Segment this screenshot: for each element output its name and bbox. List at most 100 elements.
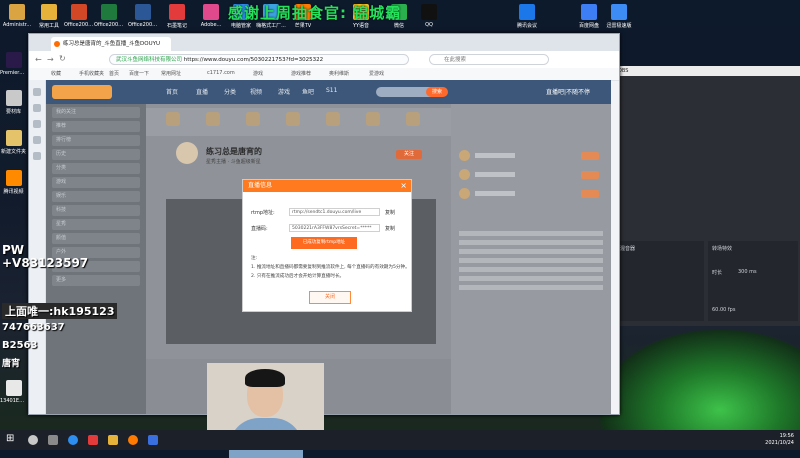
reload-icon[interactable]: ↻ [59, 54, 66, 63]
sidebar-item[interactable]: 排行榜 [52, 135, 140, 146]
desktop-icon[interactable]: 腾讯会议 [512, 4, 542, 29]
side-history-icon[interactable] [33, 104, 41, 112]
copy-code-button[interactable]: 复制 [385, 225, 395, 232]
douyu-fav-icon [54, 41, 60, 47]
gift-bar [146, 108, 451, 136]
desktop-icon[interactable]: Adobe... [196, 4, 226, 28]
bookmark-item[interactable]: 百度一下 [129, 70, 149, 77]
douyu-nav-item[interactable]: 首页 [166, 87, 178, 96]
copy-rtmp-button[interactable]: 复制 [385, 209, 395, 216]
task-view-icon[interactable] [48, 435, 58, 445]
desktop-icon[interactable]: 13401E14... [0, 380, 27, 404]
douyu-nav-item[interactable]: 直播 [196, 87, 208, 96]
desktop-icon[interactable]: Office2007... [64, 4, 94, 28]
bookmark-item[interactable]: 奥利维斯 [329, 70, 349, 77]
folder-taskbar-icon[interactable] [108, 435, 118, 445]
desktop-icon-label: 电脑管家 [230, 23, 251, 29]
gift-icon[interactable] [206, 112, 220, 126]
forward-arrow-icon[interactable]: → [47, 55, 54, 64]
desktop-icon[interactable]: 新建文件夹 [0, 130, 27, 155]
obs-duration-value[interactable]: 300 ms [738, 269, 757, 275]
sidebar-item[interactable]: 更多 [52, 275, 140, 286]
douyu-search-button[interactable]: 搜索 [426, 87, 448, 97]
gift-icon[interactable] [326, 112, 340, 126]
desktop-icon[interactable]: 石墨笔记 [162, 4, 192, 29]
obs-transition-panel[interactable]: 转场特效 时长 300 ms 60.00 fps [708, 241, 798, 321]
follow-button[interactable]: 关注 [396, 150, 422, 159]
bookmark-item[interactable]: 手机收藏夹 [79, 70, 104, 77]
back-arrow-icon[interactable]: ← [35, 55, 42, 64]
side-app-icon[interactable] [33, 152, 41, 160]
url-input[interactable]: 武汉斗鱼网络科技有限公司 https://www.douyu.com/50302… [109, 54, 409, 65]
desktop-icon-label: 新建文件夹 [0, 149, 26, 155]
close-icon[interactable]: × [400, 180, 407, 192]
douyu-nav-item[interactable]: 视频 [250, 87, 262, 96]
active-window-icon[interactable] [148, 435, 158, 445]
netease-taskbar-icon[interactable] [88, 435, 98, 445]
desktop-icon[interactable]: 迅雷极速版 [604, 4, 634, 29]
douyu-nav-item[interactable]: 鱼吧 [302, 87, 314, 96]
gift-icon[interactable] [246, 112, 260, 126]
browser-search-input[interactable]: 在此搜索 [429, 54, 549, 65]
douyu-nav-item[interactable]: 分类 [224, 87, 236, 96]
sidebar-item[interactable]: 星秀 [52, 219, 140, 230]
side-note-icon[interactable] [33, 136, 41, 144]
gift-icon[interactable] [286, 112, 300, 126]
sidebar-item[interactable]: 颜值 [52, 233, 140, 244]
search-icon[interactable] [28, 435, 38, 445]
douyu-nav-item[interactable]: S11 [326, 87, 337, 94]
browser-taskbar-icon[interactable] [68, 435, 78, 445]
bookmark-item[interactable]: 游戏推荐 [291, 70, 311, 77]
stream-code-field[interactable]: 5030221rA3FFW87vrsSecret=***** [289, 224, 380, 232]
org-label: 武汉斗鱼网络科技有限公司 [116, 57, 183, 63]
bookmark-item[interactable]: 爱游戏 [369, 70, 384, 77]
rtmp-field[interactable]: rtmp://sendtc1.douyu.com/live [289, 208, 380, 216]
desktop-icon[interactable]: Administr... [2, 4, 32, 28]
sidebar-item[interactable]: 历史 [52, 149, 140, 160]
rank-row[interactable] [459, 150, 603, 163]
left-overlay-text: 上面唯一:hk195123 [2, 303, 118, 319]
gift-icon[interactable] [406, 112, 420, 126]
desktop-icon[interactable]: 要材库 [0, 90, 27, 115]
sidebar-item[interactable]: 分类 [52, 163, 140, 174]
app-icon [581, 4, 597, 20]
desktop-icon[interactable]: Office2007... [94, 4, 124, 28]
windows-start-icon[interactable]: ⊞ [6, 433, 14, 444]
gift-icon[interactable] [366, 112, 380, 126]
bookmark-item[interactable]: 首页 [109, 70, 119, 77]
tab-douyu[interactable]: 练习总是唐宵的_斗鱼直播_斗鱼DOUYU [51, 37, 171, 51]
side-star-icon[interactable] [33, 88, 41, 96]
desktop-icon[interactable]: QQ [414, 4, 444, 28]
streamer-avatar[interactable] [176, 142, 198, 164]
bookmark-item[interactable]: 收藏 [51, 70, 61, 77]
desktop-icon-label: 13401E14... [0, 398, 27, 404]
desktop-icon-label: Administr... [2, 22, 32, 28]
desktop-icon[interactable]: 常用工具 [34, 4, 64, 29]
sidebar-item[interactable]: 娱乐 [52, 191, 140, 202]
desktop-icon[interactable]: 百度网盘 [574, 4, 604, 29]
sidebar-item[interactable]: 推荐 [52, 121, 140, 132]
douyu-nav-item[interactable]: 游戏 [278, 87, 290, 96]
close-button[interactable]: 关闭 [309, 291, 351, 304]
sidebar-item[interactable]: 游戏 [52, 177, 140, 188]
bookmark-item[interactable]: 常用网址 [161, 70, 181, 77]
obs-mixer-panel[interactable]: 混音器 [616, 241, 704, 321]
rank-row[interactable] [459, 188, 603, 201]
gift-icon[interactable] [166, 112, 180, 126]
desktop-icon[interactable]: 腾讯视频 [0, 170, 27, 195]
chat-line [459, 249, 603, 254]
douyu-logo[interactable] [52, 85, 112, 99]
bookmark-item[interactable]: c1717.com [207, 70, 235, 76]
app-taskbar-icon[interactable] [128, 435, 138, 445]
system-clock[interactable]: 19:56 2021/10/24 [765, 433, 794, 447]
sidebar-item[interactable]: 我的关注 [52, 107, 140, 118]
sidebar-item[interactable]: 科技 [52, 205, 140, 216]
rank-row[interactable] [459, 169, 603, 182]
dialog-note-1: 1. 推流地址和直播码都需要复制到推流软件上, 每个直播码的有效期为5分钟。 [251, 265, 410, 270]
app-icon [611, 4, 627, 20]
side-download-icon[interactable] [33, 120, 41, 128]
app-icon [519, 4, 535, 20]
bookmark-item[interactable]: 游戏 [253, 70, 263, 77]
desktop-icon[interactable]: Office2007... [128, 4, 158, 28]
desktop-icon[interactable]: Premiere CC2019 [0, 52, 27, 76]
